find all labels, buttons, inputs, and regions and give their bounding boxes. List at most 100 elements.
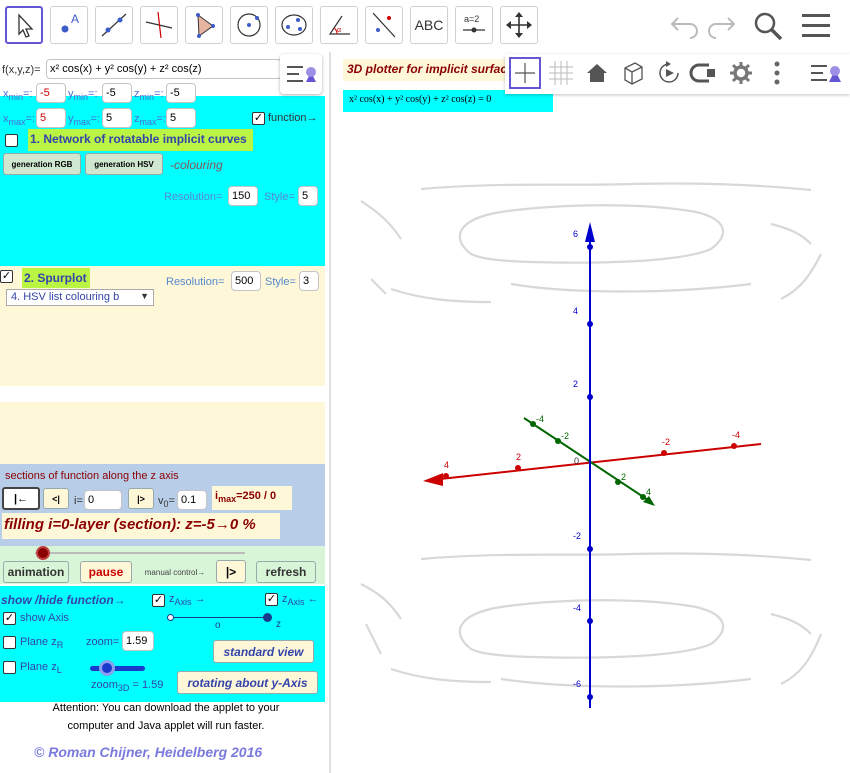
- axis-slider-handle[interactable]: [263, 613, 272, 622]
- section2-checkbox[interactable]: ✓: [0, 270, 13, 283]
- svg-text:α: α: [337, 27, 341, 34]
- cursor-icon: [18, 13, 34, 38]
- z-tick-mark: [587, 244, 593, 250]
- slider-o-label: o: [215, 620, 221, 631]
- step-back-icon: <|: [52, 493, 60, 504]
- filling-status: filling i=0-layer (section): z=-5→0 %: [2, 513, 280, 539]
- svg-text:A: A: [71, 12, 79, 26]
- line-tool-button[interactable]: [95, 6, 133, 44]
- zmin-sub: min: [139, 92, 155, 103]
- perpendicular-tool-button[interactable]: [140, 6, 178, 44]
- home-icon[interactable]: [581, 57, 613, 89]
- function-check-label: function→: [268, 112, 318, 124]
- manual-control-button[interactable]: manual control→: [138, 561, 212, 583]
- resolution1-input[interactable]: 150: [228, 186, 258, 206]
- xmin-input[interactable]: -5: [36, 83, 66, 103]
- x-tick-label: -4: [732, 430, 740, 440]
- cube-view-icon[interactable]: [617, 57, 649, 89]
- polygon-tool-button[interactable]: [185, 6, 223, 44]
- plane-zl-label: Plane z: [20, 661, 57, 673]
- generation-rgb-button[interactable]: generation RGB: [3, 153, 81, 175]
- rotating-y-button[interactable]: rotating about y-Axis: [177, 671, 318, 694]
- resolution2-input[interactable]: 500: [231, 271, 261, 291]
- plane-zl-checkbox[interactable]: [3, 661, 16, 674]
- gear-icon[interactable]: [725, 57, 757, 89]
- axis-slider-track: [170, 617, 270, 618]
- step-forward-button[interactable]: |>: [128, 488, 154, 509]
- y-tick-label: -2: [561, 431, 569, 441]
- rotate-view-icon[interactable]: [653, 57, 685, 89]
- style2-input[interactable]: 3: [299, 271, 319, 291]
- axes-toggle-icon[interactable]: [509, 57, 541, 89]
- text-tool-label: ABC: [414, 17, 444, 33]
- circle-icon: [237, 13, 261, 37]
- function-checkbox[interactable]: ✓: [252, 112, 265, 125]
- zoom-input[interactable]: 1.59: [122, 631, 154, 651]
- play-button[interactable]: |>: [216, 560, 246, 583]
- more-options-icon[interactable]: [767, 57, 787, 89]
- angle-tool-button[interactable]: α: [320, 6, 358, 44]
- step-forward-icon: |>: [137, 493, 145, 504]
- section1-checkbox[interactable]: [5, 134, 18, 147]
- standard-view-button[interactable]: standard view: [213, 640, 314, 663]
- copyright: © Roman Chijner, Heidelberg 2016: [34, 744, 263, 760]
- z-tick-label: -4: [573, 603, 581, 613]
- algebra-view-icon: [287, 66, 316, 82]
- x-tick-mark: [515, 465, 521, 471]
- zaxis-left-checkbox[interactable]: ✓: [265, 593, 278, 606]
- xmin-sub: min: [8, 92, 24, 103]
- algebra-menu-button[interactable]: [280, 54, 322, 94]
- y-tick-label: 2: [621, 472, 626, 482]
- perpendicular-line-icon: [145, 11, 173, 39]
- axis-slider-start: [167, 614, 174, 621]
- clipping-icon[interactable]: [689, 57, 721, 89]
- zaxis-right-sub: Axis: [174, 597, 192, 608]
- zaxis-right-checkbox[interactable]: ✓: [152, 594, 165, 607]
- i-input[interactable]: 0: [84, 490, 122, 510]
- xmax-input[interactable]: 5: [36, 108, 66, 128]
- animation-button[interactable]: animation: [3, 561, 69, 583]
- zoom3d-slider-handle[interactable]: [99, 660, 115, 676]
- plane-zr-checkbox[interactable]: [3, 636, 16, 649]
- x-tick-label: 2: [516, 452, 521, 462]
- move-tool-button[interactable]: [5, 6, 43, 44]
- point-tool-button[interactable]: A: [50, 6, 88, 44]
- colouring-dropdown[interactable]: 4. HSV list colouring b ▼: [6, 289, 154, 306]
- circle-tool-button[interactable]: [230, 6, 268, 44]
- view-menu-icon[interactable]: [807, 57, 847, 89]
- undo-icon[interactable]: [668, 10, 702, 40]
- chevron-down-icon: ▼: [140, 291, 149, 301]
- function-input[interactable]: x² cos(x) + y² cos(y) + z² cos(z): [46, 59, 282, 79]
- refresh-button[interactable]: refresh: [256, 561, 316, 583]
- zmax-input[interactable]: 5: [166, 108, 196, 128]
- graphics-3d-view[interactable]: 3D plotter for implicit surfac x² cos(x)…: [331, 52, 850, 773]
- move-view-tool-button[interactable]: [500, 6, 538, 44]
- z-tick-mark: [587, 321, 593, 327]
- ymax-input[interactable]: 5: [102, 108, 132, 128]
- step-back-button[interactable]: <|: [43, 488, 69, 509]
- y-tick-label: 4: [646, 487, 651, 497]
- search-icon[interactable]: [752, 10, 784, 42]
- ymin-input[interactable]: -5: [102, 83, 132, 103]
- plot-canvas[interactable]: 6 4 2 -2 -4 -6 4 2 -2 -4 -4 -2 2 4 0: [331, 104, 850, 773]
- show-axis-checkbox[interactable]: ✓: [3, 612, 16, 625]
- zmin-input[interactable]: -5: [166, 83, 196, 103]
- redo-icon[interactable]: [704, 10, 738, 40]
- polygon-icon: [196, 13, 215, 38]
- reset-button[interactable]: |←: [2, 487, 40, 510]
- pause-button[interactable]: pause: [80, 561, 132, 583]
- v-input[interactable]: 0.1: [177, 490, 207, 510]
- slider-tool-button[interactable]: a=2: [455, 6, 493, 44]
- conic-tool-button[interactable]: [275, 6, 313, 44]
- plane-zr-sub: R: [56, 640, 64, 651]
- grid-icon[interactable]: [545, 57, 577, 89]
- zmin-eq: =:: [154, 88, 164, 100]
- section1-title: 1. Network of rotatable implicit curves: [28, 129, 253, 151]
- slider-z-label: z: [276, 619, 281, 630]
- layer-slider-handle[interactable]: [36, 546, 50, 560]
- reflect-tool-button[interactable]: [365, 6, 403, 44]
- text-tool-button[interactable]: ABC: [410, 6, 448, 44]
- generation-hsv-button[interactable]: generation HSV: [85, 153, 163, 175]
- menu-icon[interactable]: [800, 12, 832, 40]
- style1-input[interactable]: 5: [298, 186, 318, 206]
